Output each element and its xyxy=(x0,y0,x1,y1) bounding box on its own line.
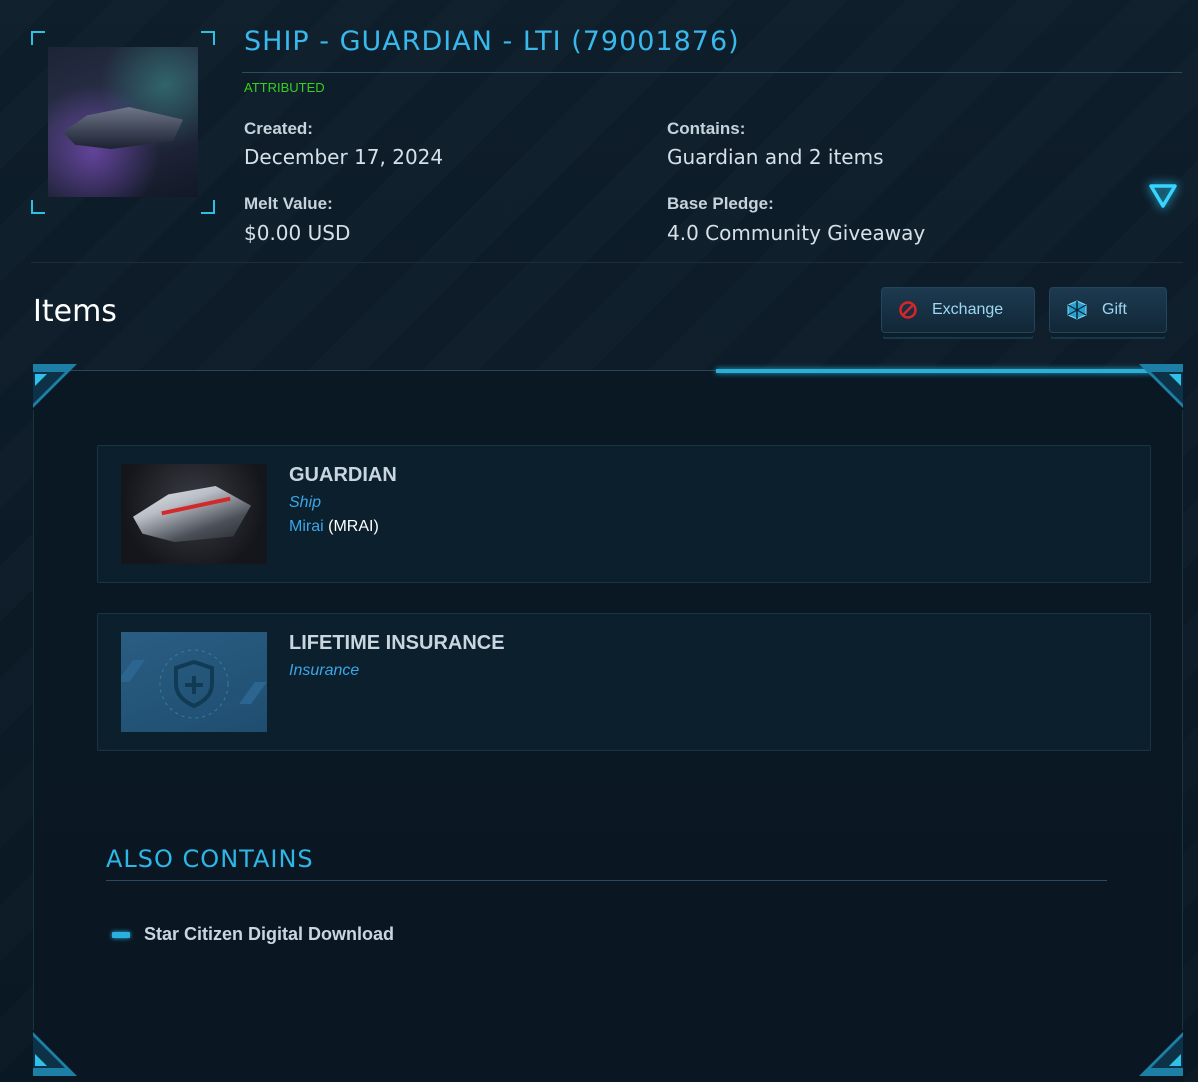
also-contains-divider xyxy=(106,880,1107,881)
guardian-ship-image xyxy=(121,464,267,564)
melt-value-label: Melt Value: xyxy=(244,194,333,213)
triangle-down-icon xyxy=(1149,184,1177,208)
item-title: LIFETIME INSURANCE xyxy=(289,632,505,654)
no-entry-icon xyxy=(899,301,917,319)
item-card-insurance[interactable]: LIFETIME INSURANCE Insurance xyxy=(97,613,1151,751)
item-type: Insurance xyxy=(289,662,360,679)
exchange-button[interactable]: Exchange xyxy=(881,287,1035,333)
manufacturer-name: Mirai xyxy=(289,518,324,535)
contains-value: Guardian and 2 items xyxy=(667,145,884,169)
gift-box-icon xyxy=(1067,300,1087,320)
insurance-image xyxy=(121,632,267,732)
panel-corner-decoration xyxy=(1139,364,1183,408)
shield-plus-icon xyxy=(121,649,267,719)
pledge-title: SHIP - GUARDIAN - LTI (79001876) xyxy=(244,26,740,57)
panel-corner-decoration xyxy=(33,364,77,408)
contains-label: Contains: xyxy=(667,119,746,138)
pledge-thumbnail-frame[interactable] xyxy=(31,31,215,214)
frame-corner xyxy=(31,31,45,45)
item-type: Ship xyxy=(289,494,322,511)
panel-top-highlight xyxy=(716,369,1156,373)
status-badge: ATTRIBUTED xyxy=(244,80,325,95)
frame-corner xyxy=(201,31,215,45)
exchange-button-label: Exchange xyxy=(932,301,1004,318)
created-label: Created: xyxy=(244,119,313,138)
panel-top-border xyxy=(33,370,716,371)
manufacturer-code: (MRAI) xyxy=(328,518,379,535)
melt-value: $0.00 USD xyxy=(244,221,351,245)
title-divider xyxy=(242,72,1182,73)
created-value: December 17, 2024 xyxy=(244,145,444,169)
list-item: Star Citizen Digital Download xyxy=(112,924,394,945)
panel-corner-decoration xyxy=(1139,1032,1183,1076)
pledge-header: SHIP - GUARDIAN - LTI (79001876) ATTRIBU… xyxy=(0,0,1198,262)
frame-corner xyxy=(31,200,45,214)
base-pledge-label: Base Pledge: xyxy=(667,194,774,213)
panel-corner-decoration xyxy=(33,1032,77,1076)
items-heading: Items xyxy=(33,294,117,329)
panel-right-border xyxy=(1182,410,1183,1030)
item-title: GUARDIAN xyxy=(289,464,397,486)
gift-button[interactable]: Gift xyxy=(1049,287,1167,333)
ship-silhouette xyxy=(63,107,183,149)
ship-hull-shape xyxy=(133,486,251,542)
panel-left-border xyxy=(33,410,34,1030)
bullet-dash-icon xyxy=(112,931,130,938)
item-card-ship[interactable]: GUARDIAN Ship Mirai (MRAI) xyxy=(97,445,1151,583)
pledge-thumbnail-image xyxy=(48,47,198,197)
item-manufacturer: Mirai (MRAI) xyxy=(289,518,379,536)
also-contains-item: Star Citizen Digital Download xyxy=(144,924,395,944)
base-pledge-value: 4.0 Community Giveaway xyxy=(667,221,926,245)
also-contains-heading: ALSO CONTAINS xyxy=(106,845,314,873)
header-divider xyxy=(31,262,1183,263)
frame-corner xyxy=(201,200,215,214)
expand-toggle-button[interactable] xyxy=(1145,178,1181,214)
gift-button-label: Gift xyxy=(1102,301,1127,318)
